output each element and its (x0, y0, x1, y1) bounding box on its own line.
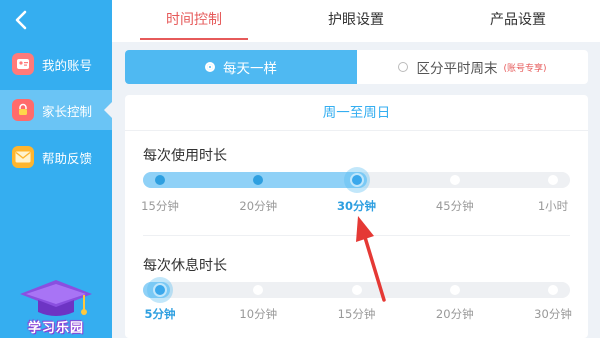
slider-tick-label[interactable]: 5分钟 (144, 306, 175, 322)
graduation-cap-icon (20, 280, 92, 316)
tab-label: 护眼设置 (328, 12, 384, 28)
slider-tick-label[interactable]: 15分钟 (338, 306, 376, 322)
mode-selector: 每天一样 区分平时周末 (账号专享) (125, 50, 588, 84)
promo-label: 学习乐园 (27, 321, 84, 336)
mode-option-label: 每天一样 (223, 61, 277, 77)
usage-duration-slider[interactable] (143, 167, 570, 193)
vip-badge: (账号专享) (503, 63, 547, 74)
time-settings-card: 周一至周日 每次使用时长 15分钟 20分钟 30分钟 45分钟 1小时 每次休息时长 … (125, 95, 588, 338)
account-card-icon (12, 53, 34, 75)
top-tabs: 时间控制 护眼设置 产品设置 (112, 0, 600, 42)
mode-option-weekday-weekend[interactable]: 区分平时周末 (账号专享) (357, 50, 588, 84)
tab-label: 时间控制 (166, 12, 222, 28)
slider-thumb[interactable] (147, 277, 173, 303)
slider-step-dot[interactable] (548, 285, 558, 295)
mode-option-label: 区分平时周末 (416, 61, 498, 77)
sidebar: 我的账号 家长控制 帮助反馈 学习乐园 (0, 0, 112, 338)
usage-duration-title: 每次使用时长 (143, 148, 227, 164)
slider-thumb[interactable] (343, 167, 370, 193)
slider-step-dot[interactable] (449, 285, 460, 295)
slider-tick-label[interactable]: 20分钟 (436, 306, 474, 322)
rest-duration-slider[interactable] (143, 277, 570, 303)
slider-tick-label[interactable]: 30分钟 (337, 198, 376, 214)
sidebar-item-feedback[interactable]: 帮助反馈 (0, 137, 112, 177)
tab-time-control[interactable]: 时间控制 (140, 0, 248, 42)
back-arrow-icon[interactable] (10, 8, 34, 32)
sidebar-item-label: 帮助反馈 (42, 150, 93, 166)
slider-tick-label[interactable]: 10分钟 (239, 306, 277, 322)
learning-park-promo[interactable]: 学习乐园 (16, 274, 96, 338)
rest-duration-title: 每次休息时长 (143, 258, 227, 274)
section-divider (143, 235, 570, 236)
mode-option-same-every-day[interactable]: 每天一样 (125, 50, 357, 84)
sidebar-item-parental-control[interactable]: 家长控制 (0, 90, 112, 130)
radio-unselected-icon (398, 62, 409, 72)
sidebar-item-label: 我的账号 (42, 57, 93, 73)
sidebar-item-label: 家长控制 (42, 103, 93, 119)
tab-active-underline (140, 38, 248, 40)
slider-tick-label[interactable]: 30分钟 (534, 306, 572, 322)
slider-step-dot[interactable] (548, 175, 558, 185)
slider-step-dot[interactable] (449, 175, 460, 185)
sidebar-item-account[interactable]: 我的账号 (0, 44, 112, 84)
card-title: 周一至周日 (125, 95, 588, 131)
slider-step-dot[interactable] (351, 285, 362, 295)
radio-selected-icon (205, 62, 215, 72)
lock-icon (12, 99, 34, 121)
mail-icon (12, 146, 34, 168)
slider-tick-label[interactable]: 1小时 (538, 198, 568, 214)
tab-eye-care[interactable]: 护眼设置 (302, 0, 410, 42)
slider-step-dot[interactable] (155, 175, 165, 185)
tab-product-settings[interactable]: 产品设置 (464, 0, 572, 42)
slider-tick-label[interactable]: 20分钟 (239, 198, 277, 214)
slider-tick-label[interactable]: 45分钟 (436, 198, 474, 214)
tab-label: 产品设置 (490, 12, 546, 28)
slider-tick-label[interactable]: 15分钟 (141, 198, 179, 214)
